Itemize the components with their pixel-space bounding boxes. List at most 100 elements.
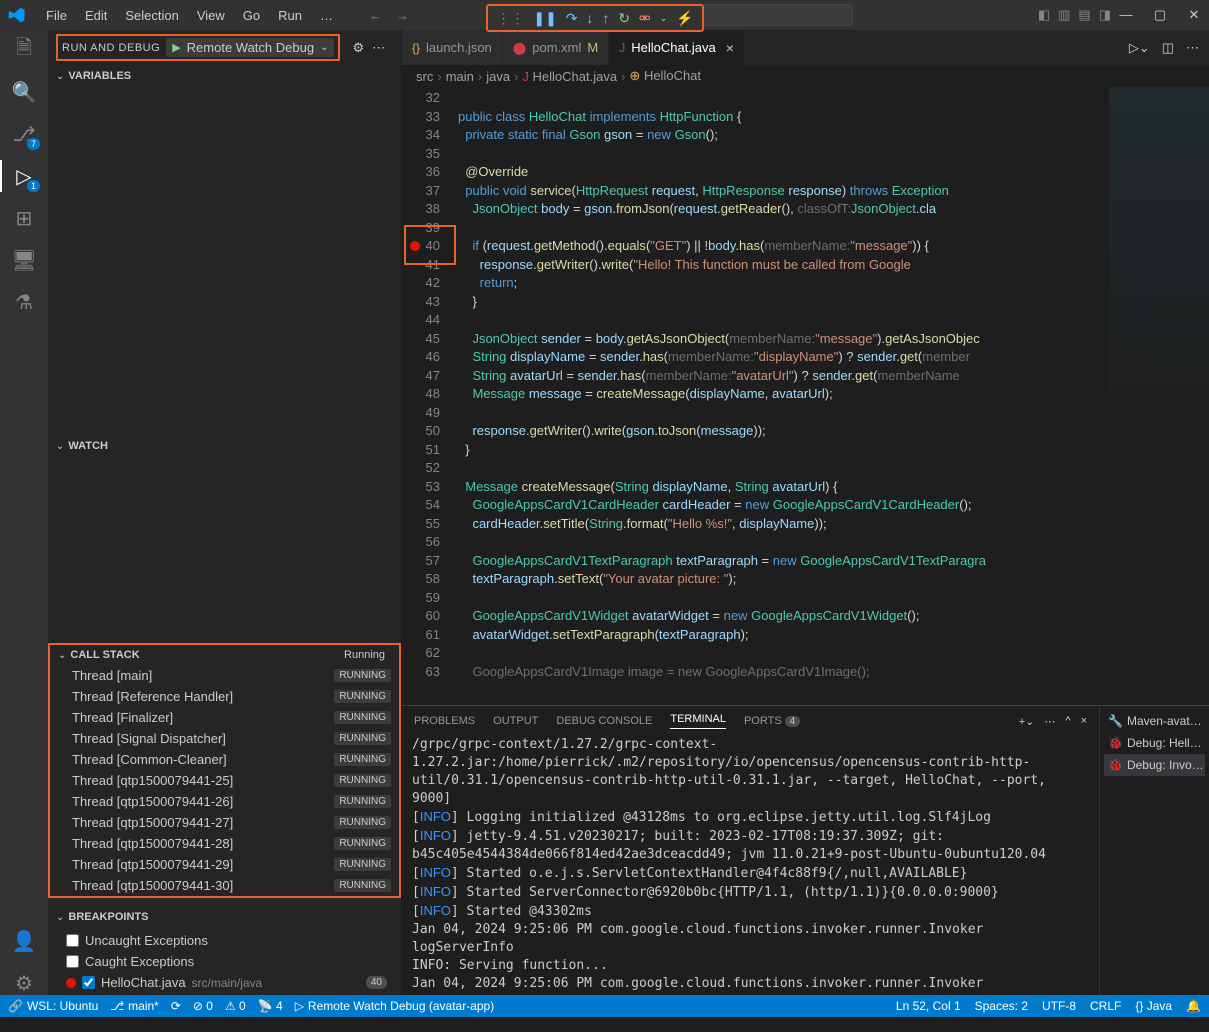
callstack-row[interactable]: Thread [main]RUNNING xyxy=(50,665,399,686)
breadcrumb-item[interactable]: J HelloChat.java xyxy=(522,69,617,84)
new-terminal-icon[interactable]: +⌄ xyxy=(1019,715,1035,728)
nav-back-icon[interactable]: ← xyxy=(369,8,382,23)
menu-edit[interactable]: Edit xyxy=(77,4,115,27)
breadcrumb[interactable]: src›main›java›J HelloChat.java›⊕ HelloCh… xyxy=(402,65,1209,87)
settings-gear-icon[interactable]: ⚙ xyxy=(12,971,36,995)
menu-file[interactable]: File xyxy=(38,4,75,27)
chevron-down-icon[interactable]: ⌄ xyxy=(320,42,328,53)
code-content[interactable]: public class HelloChat implements HttpFu… xyxy=(458,87,1209,705)
play-icon[interactable]: ▶ xyxy=(172,41,180,54)
maximize-icon[interactable]: ▢ xyxy=(1153,7,1167,23)
editor-tab[interactable]: {}launch.json xyxy=(402,30,503,65)
step-over-icon[interactable]: ↷ xyxy=(566,10,578,27)
run-debug-icon[interactable]: ▷1 xyxy=(12,164,36,188)
variables-header[interactable]: ⌄ VARIABLES xyxy=(48,65,401,87)
language[interactable]: {} Java xyxy=(1135,999,1172,1013)
panel-tab-problems[interactable]: PROBLEMS xyxy=(414,715,475,727)
drag-handle-icon[interactable]: ⋮⋮ xyxy=(496,10,524,27)
remote-explorer-icon[interactable]: 🖥 xyxy=(12,248,36,272)
terminal-session[interactable]: 🔧 Maven-avat… xyxy=(1104,710,1205,732)
breakpoint-row[interactable]: HelloChat.java src/main/java 40 xyxy=(48,972,401,993)
close-icon[interactable]: × xyxy=(726,40,734,56)
more-icon[interactable]: ⋯ xyxy=(372,40,385,56)
editor-tab[interactable]: ⬤pom.xmlM xyxy=(503,30,609,65)
callstack-row[interactable]: Thread [Common-Cleaner]RUNNING xyxy=(50,749,399,770)
terminal-session[interactable]: 🐞 Debug: Hell… xyxy=(1104,732,1205,754)
panel-tab-terminal[interactable]: TERMINAL xyxy=(670,713,726,729)
warnings[interactable]: ⚠ 0 xyxy=(225,999,246,1013)
breakpoint-row[interactable]: Uncaught Exceptions xyxy=(48,930,401,951)
more-icon[interactable]: ⋯ xyxy=(1044,715,1055,728)
layout-icon[interactable]: ◧ xyxy=(1038,7,1050,23)
split-icon[interactable]: ◫ xyxy=(1162,40,1174,56)
watch-header[interactable]: ⌄ WATCH xyxy=(48,435,401,457)
testing-icon[interactable]: ⚗ xyxy=(12,290,36,314)
cursor-position[interactable]: Ln 52, Col 1 xyxy=(896,999,961,1013)
run-icon[interactable]: ▷⌄ xyxy=(1129,40,1150,56)
callstack-row[interactable]: Thread [qtp1500079441-30]RUNNING xyxy=(50,875,399,896)
breakpoint-row[interactable]: Caught Exceptions xyxy=(48,951,401,972)
bp-checkbox[interactable] xyxy=(66,934,79,947)
encoding[interactable]: UTF-8 xyxy=(1042,999,1076,1013)
callstack-header[interactable]: ⌄ CALL STACK Running xyxy=(48,643,401,665)
errors[interactable]: ⊘ 0 xyxy=(193,999,213,1013)
nav-fwd-icon[interactable]: → xyxy=(396,8,409,23)
remote-indicator[interactable]: 🔗 WSL: Ubuntu xyxy=(8,999,98,1013)
search-icon[interactable]: 🔍 xyxy=(12,80,36,104)
git-branch[interactable]: ⎇ main* xyxy=(110,999,159,1013)
maximize-icon[interactable]: ^ xyxy=(1065,715,1070,728)
debug-status[interactable]: ▷ Remote Watch Debug (avatar-app) xyxy=(295,999,495,1013)
breadcrumb-item[interactable]: ⊕ HelloChat xyxy=(629,68,701,84)
close-icon[interactable]: × xyxy=(1081,715,1087,728)
panel-tab-ports[interactable]: PORTS4 xyxy=(744,715,800,727)
pause-icon[interactable]: ❚❚ xyxy=(533,10,556,27)
callstack-row[interactable]: Thread [qtp1500079441-26]RUNNING xyxy=(50,791,399,812)
layout-icon[interactable]: ▤ xyxy=(1078,7,1090,23)
hot-reload-icon[interactable]: ⚡ xyxy=(676,10,693,27)
ports[interactable]: 📡 4 xyxy=(258,999,283,1013)
callstack-row[interactable]: Thread [qtp1500079441-25]RUNNING xyxy=(50,770,399,791)
step-out-icon[interactable]: ↑ xyxy=(602,10,609,26)
terminal-session[interactable]: 🐞 Debug: Invo… xyxy=(1104,754,1205,776)
menu-selection[interactable]: Selection xyxy=(117,4,186,27)
callstack-row[interactable]: Thread [qtp1500079441-27]RUNNING xyxy=(50,812,399,833)
disconnect-icon[interactable]: ⚮ xyxy=(639,10,651,27)
layout-icon[interactable]: ◨ xyxy=(1099,7,1111,23)
gear-icon[interactable]: ⚙ xyxy=(352,40,364,56)
notifications-icon[interactable]: 🔔 xyxy=(1186,999,1201,1013)
account-icon[interactable]: 👤 xyxy=(12,929,36,953)
terminal-output[interactable]: /grpc/grpc-context/1.27.2/grpc-context-1… xyxy=(402,736,1099,995)
code-editor[interactable]: 3233343536373839404142434445464748495051… xyxy=(402,87,1209,705)
menu-…[interactable]: … xyxy=(312,4,341,27)
breadcrumb-item[interactable]: java xyxy=(486,69,510,84)
eol[interactable]: CRLF xyxy=(1090,999,1121,1013)
layout-icon[interactable]: ▥ xyxy=(1058,7,1070,23)
minimize-icon[interactable]: — xyxy=(1119,7,1133,23)
sync-icon[interactable]: ⟳ xyxy=(171,999,181,1013)
bp-checkbox[interactable] xyxy=(82,976,95,989)
menu-view[interactable]: View xyxy=(189,4,233,27)
callstack-row[interactable]: Thread [qtp1500079441-29]RUNNING xyxy=(50,854,399,875)
breakpoints-header[interactable]: ⌄ BREAKPOINTS xyxy=(48,906,401,928)
debug-config-selector[interactable]: ▶ Remote Watch Debug ⌄ xyxy=(166,38,334,57)
editor-tab[interactable]: JHelloChat.java× xyxy=(609,30,745,65)
breadcrumb-item[interactable]: src xyxy=(416,69,433,84)
breadcrumb-item[interactable]: main xyxy=(446,69,474,84)
callstack-row[interactable]: Thread [qtp1500079441-28]RUNNING xyxy=(50,833,399,854)
close-icon[interactable]: ✕ xyxy=(1187,7,1201,23)
source-control-icon[interactable]: ⎇7 xyxy=(12,122,36,146)
callstack-row[interactable]: Thread [Signal Dispatcher]RUNNING xyxy=(50,728,399,749)
indent[interactable]: Spaces: 2 xyxy=(975,999,1028,1013)
panel-tab-debug-console[interactable]: DEBUG CONSOLE xyxy=(556,715,652,727)
callstack-row[interactable]: Thread [Reference Handler]RUNNING xyxy=(50,686,399,707)
chevron-down-icon[interactable]: ⌄ xyxy=(660,13,668,24)
bp-checkbox[interactable] xyxy=(66,955,79,968)
callstack-row[interactable]: Thread [Finalizer]RUNNING xyxy=(50,707,399,728)
step-into-icon[interactable]: ↓ xyxy=(586,10,593,26)
restart-icon[interactable]: ↻ xyxy=(618,10,630,27)
extensions-icon[interactable]: ⊞ xyxy=(12,206,36,230)
minimap[interactable] xyxy=(1109,87,1209,705)
more-icon[interactable]: ⋯ xyxy=(1186,40,1199,56)
explorer-icon[interactable]: 🗎 xyxy=(12,38,36,62)
menu-run[interactable]: Run xyxy=(270,4,310,27)
